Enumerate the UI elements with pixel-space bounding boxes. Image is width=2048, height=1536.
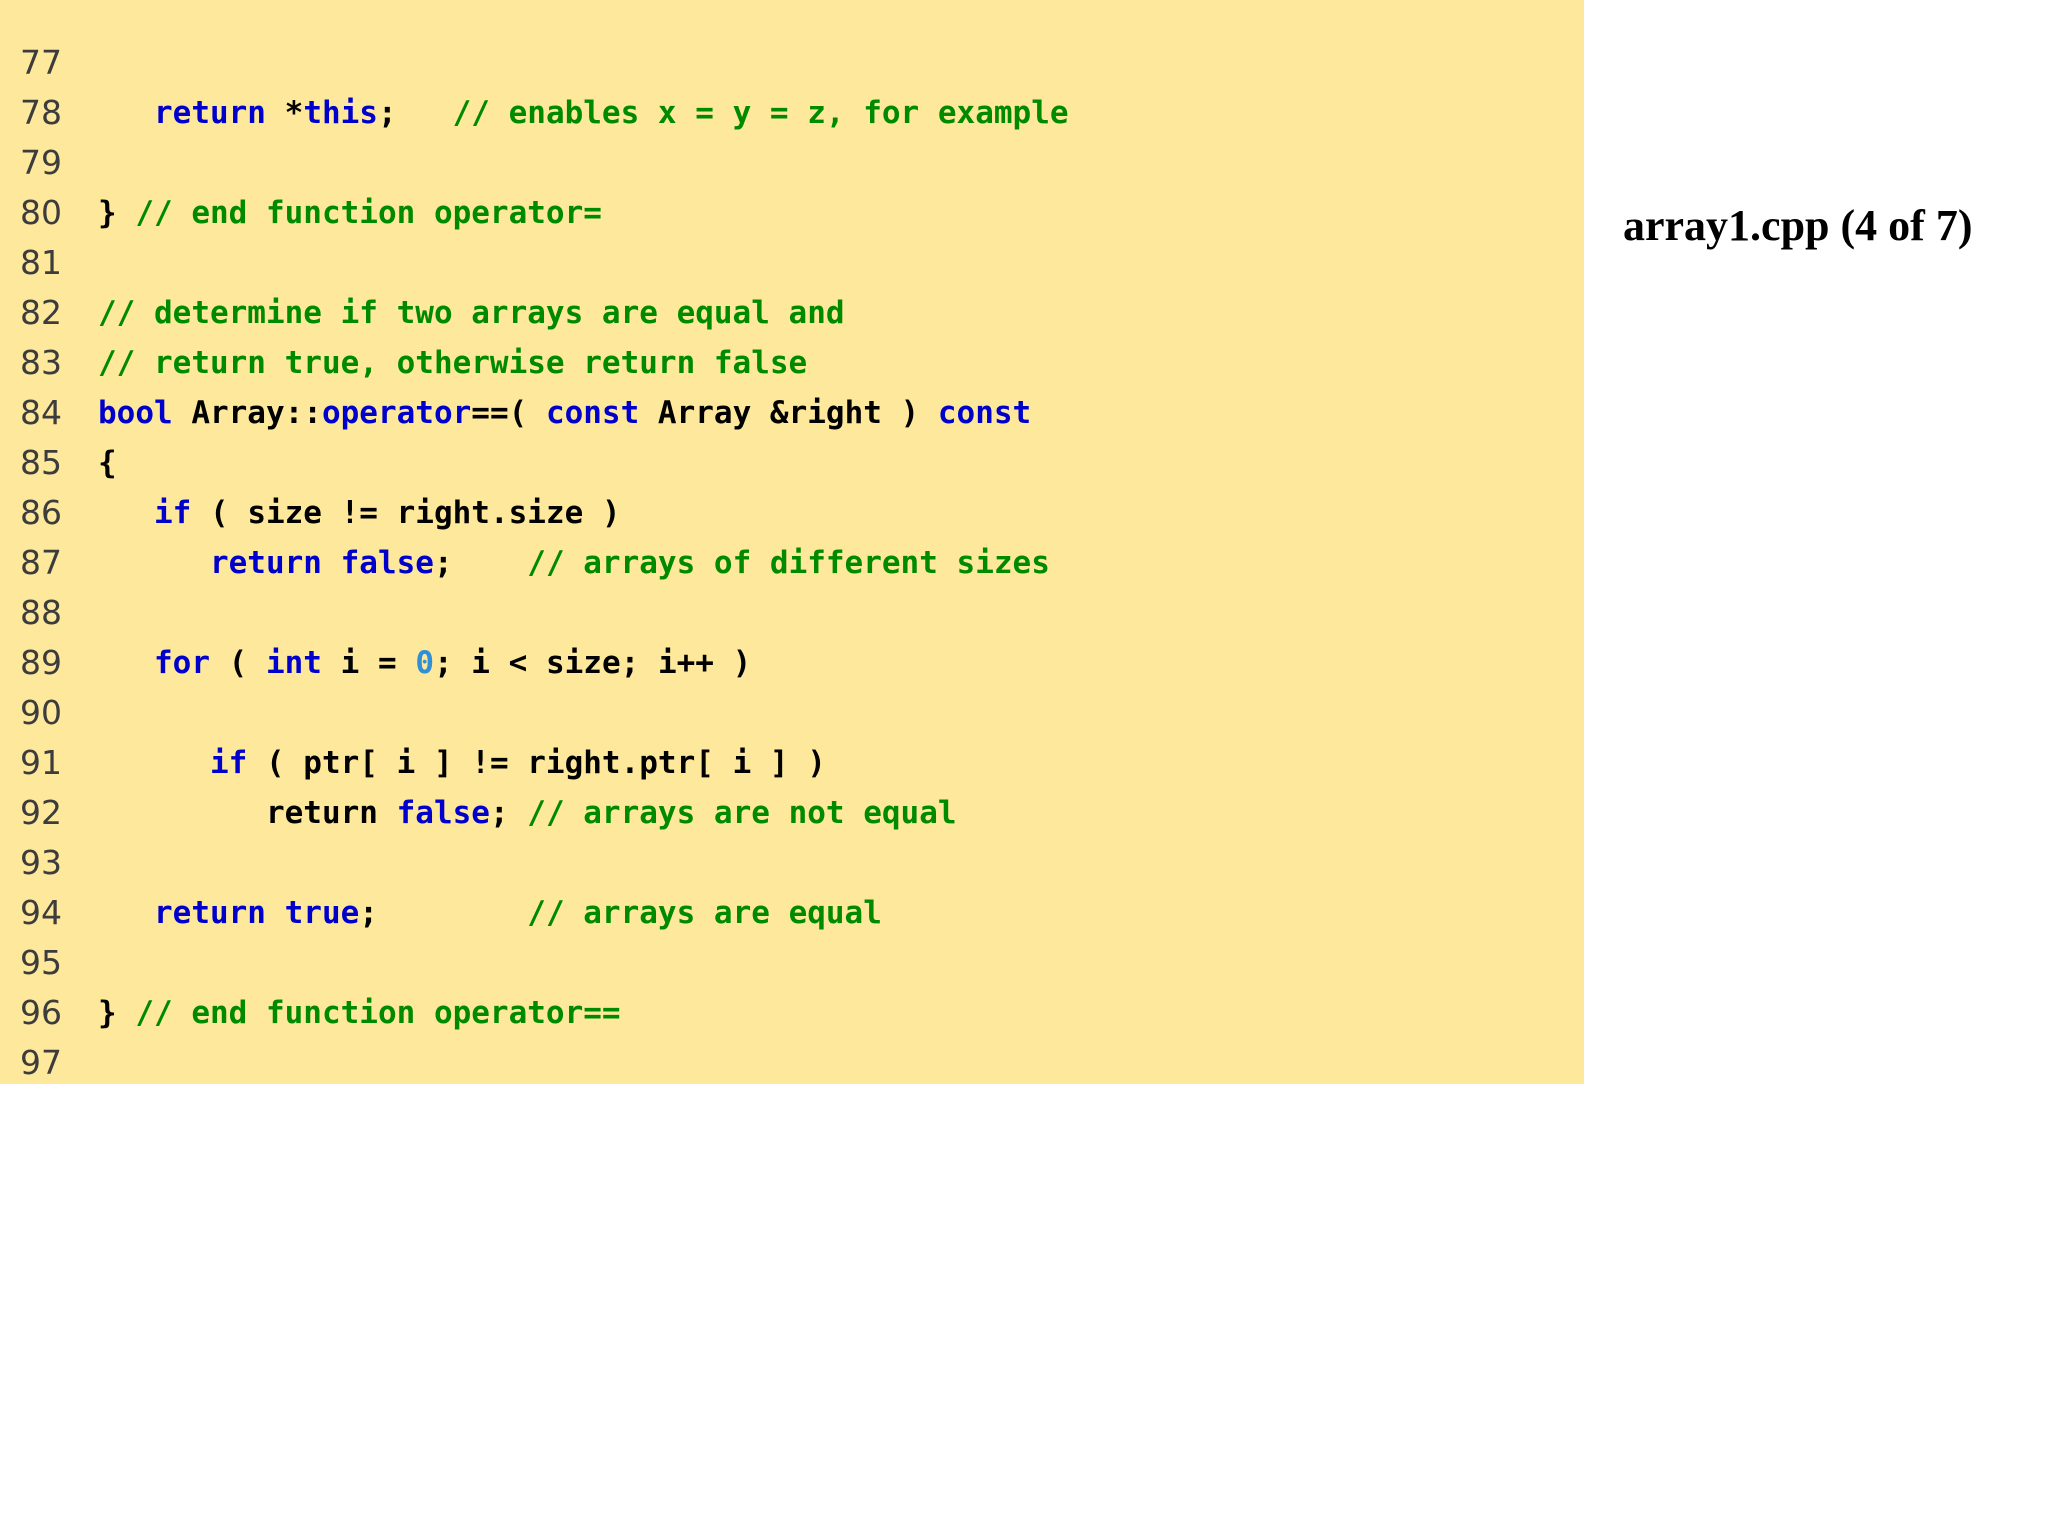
line-code: for ( int i = 0; i < size; i++ ) — [98, 638, 751, 688]
code-line: 81 — [0, 238, 1584, 288]
code-line: 96} // end function operator== — [0, 988, 1584, 1038]
code-line: 84 bool Array::operator==( const Array &r… — [0, 388, 1584, 438]
line-number: 93 — [20, 843, 62, 882]
code-line: 82 // determine if two arrays are equal a… — [0, 288, 1584, 338]
code-keyword: const — [545, 395, 640, 431]
code-text: } — [98, 195, 136, 231]
code-keyword: false — [396, 795, 490, 831]
code-line: 88 — [0, 588, 1584, 638]
code-keyword: for — [98, 645, 210, 681]
code-panel: 77 78 return *this; // enables x = y = z,… — [0, 0, 1584, 1084]
code-number: 0 — [415, 645, 434, 681]
line-number: 85 — [20, 443, 62, 482]
line-number: 90 — [20, 693, 62, 732]
line-number: 86 — [20, 493, 62, 532]
line-number: 83 — [20, 343, 62, 382]
code-keyword: return — [98, 95, 266, 131]
code-comment: // end function operator= — [135, 195, 602, 231]
code-line: 83 // return true, otherwise return false — [0, 338, 1584, 388]
line-number: 88 — [20, 593, 62, 632]
line-number: 84 — [20, 393, 62, 432]
line-number: 81 — [20, 243, 62, 282]
code-text: ( ptr[ i ] != right.ptr[ i ] ) — [247, 745, 826, 781]
code-line: 85 { — [0, 438, 1584, 488]
line-number: 97 — [20, 1043, 62, 1082]
code-keyword: bool — [98, 395, 173, 431]
slide-title: array1.cpp (4 of 7) — [1623, 201, 1973, 250]
code-comment: // arrays of different sizes — [527, 545, 1050, 581]
line-number: 94 — [20, 893, 62, 932]
code-line: 94 return true; // arrays are equal — [0, 888, 1584, 938]
code-keyword: int — [265, 645, 322, 681]
line-number: 79 — [20, 143, 62, 182]
code-comment: // determine if two arrays are equal and — [98, 295, 845, 331]
line-number: 87 — [20, 543, 62, 582]
code-line: 95 — [0, 938, 1584, 988]
code-text: i = — [321, 645, 416, 681]
code-keyword: this — [303, 95, 378, 131]
line-code: } // end function operator== — [98, 988, 621, 1038]
line-code: return true; // arrays are equal — [98, 888, 882, 938]
code-text: return — [98, 795, 397, 831]
line-code: if ( ptr[ i ] != right.ptr[ i ] ) — [98, 738, 826, 788]
code-text: ; — [433, 545, 528, 581]
code-text: { — [98, 445, 117, 481]
line-number: 95 — [20, 943, 62, 982]
slide: 77 78 return *this; // enables x = y = z,… — [0, 0, 2048, 1536]
line-number: 96 — [20, 993, 62, 1032]
line-number: 80 — [20, 193, 62, 232]
code-text: Array &right ) — [639, 395, 938, 431]
code-text: ; — [377, 95, 453, 131]
line-number: 92 — [20, 793, 62, 832]
line-number: 78 — [20, 93, 62, 132]
code-comment: // arrays are not equal — [527, 795, 957, 831]
line-code: // determine if two arrays are equal and — [98, 288, 845, 338]
code-keyword: return false — [98, 545, 434, 581]
line-code: return *this; // enables x = y = z, for … — [98, 88, 1069, 138]
line-code: { — [98, 438, 117, 488]
code-text: * — [265, 95, 304, 131]
line-number: 89 — [20, 643, 62, 682]
code-comment: // return true, otherwise return false — [98, 345, 808, 381]
code-keyword: const — [937, 395, 1032, 431]
code-comment: // end function operator== — [135, 995, 621, 1031]
line-code: return false; // arrays of different siz… — [98, 538, 1050, 588]
line-code: // return true, otherwise return false — [98, 338, 807, 388]
code-line: 87 return false; // arrays of different … — [0, 538, 1584, 588]
code-line: 79 — [0, 138, 1584, 188]
code-keyword: operator — [321, 395, 472, 431]
code-text: ; i < size; i++ ) — [433, 645, 752, 681]
code-text: ; — [489, 795, 528, 831]
line-code: bool Array::operator==( const Array &rig… — [98, 388, 1031, 438]
line-code: } // end function operator= — [98, 188, 602, 238]
code-line: 78 return *this; // enables x = y = z, f… — [0, 88, 1584, 138]
line-number: 77 — [20, 43, 62, 82]
line-number: 91 — [20, 743, 62, 782]
code-text: } — [98, 995, 136, 1031]
code-line: 91 if ( ptr[ i ] != right.ptr[ i ] ) — [0, 738, 1584, 788]
code-line: 80} // end function operator= — [0, 188, 1584, 238]
code-comment: // arrays are equal — [527, 895, 882, 931]
code-text: ( — [209, 645, 266, 681]
code-text: Array:: — [172, 395, 322, 431]
code-line: 93 — [0, 838, 1584, 888]
code-keyword: if — [98, 495, 192, 531]
code-line: 86 if ( size != right.size ) — [0, 488, 1584, 538]
code-comment: // enables x = y = z, for example — [452, 95, 1069, 131]
code-line: 97 — [0, 1038, 1584, 1088]
line-number: 82 — [20, 293, 62, 332]
code-text: ( size != right.size ) — [191, 495, 621, 531]
code-text: ==( — [471, 395, 546, 431]
code-keyword: if — [98, 745, 248, 781]
line-code: if ( size != right.size ) — [98, 488, 621, 538]
line-code: return false; // arrays are not equal — [98, 788, 957, 838]
code-keyword: return true — [98, 895, 360, 931]
code-line: 90 — [0, 688, 1584, 738]
code-text: ; — [359, 895, 528, 931]
code-line: 77 — [0, 38, 1584, 88]
code-line: 89 for ( int i = 0; i < size; i++ ) — [0, 638, 1584, 688]
code-line: 92 return false; // arrays are not equal — [0, 788, 1584, 838]
